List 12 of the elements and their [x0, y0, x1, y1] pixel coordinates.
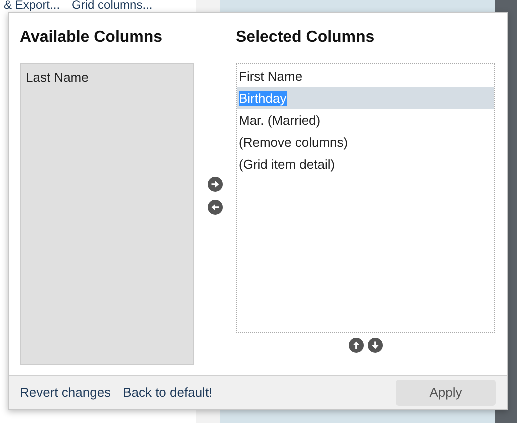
list-item[interactable]: (Grid item detail) [237, 153, 494, 175]
selected-heading: Selected Columns [236, 28, 376, 48]
footer-link[interactable]: Back to default! [123, 385, 213, 400]
apply-button[interactable]: Apply [396, 380, 496, 406]
available-heading: Available Columns [20, 28, 164, 48]
footer-link[interactable]: Revert changes [20, 385, 112, 400]
list-item[interactable]: Mar. (Married) [237, 109, 494, 131]
toolbar-link[interactable]: Grid columns... [72, 0, 153, 12]
list-item[interactable]: First Name [237, 65, 494, 87]
list-item[interactable]: Last Name [24, 66, 190, 88]
toolbar-link[interactable]: & Export... [4, 0, 60, 12]
list-item[interactable]: (Remove columns) [237, 131, 494, 153]
